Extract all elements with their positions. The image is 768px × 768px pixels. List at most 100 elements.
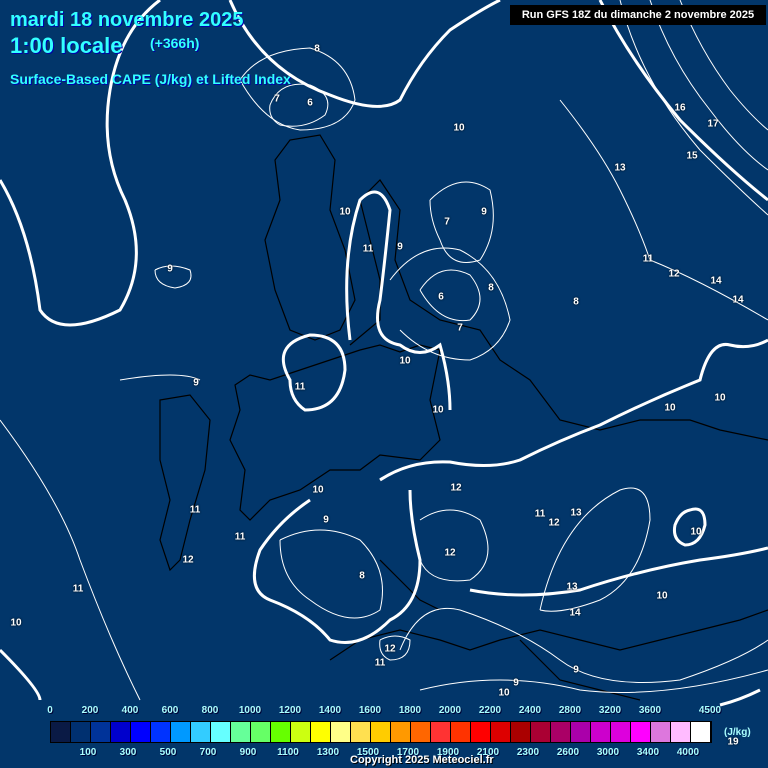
legend-swatch [631,722,651,742]
contour-label: 12 [668,268,680,280]
color-legend [50,721,712,743]
legend-label: 2000 [438,705,462,716]
contour-label: 7 [444,216,450,228]
coastlines [159,134,768,701]
legend-swatch [551,722,571,742]
legend-label: 600 [161,705,179,716]
legend-swatch [691,722,711,742]
contour-label: 8 [488,282,494,294]
legend-swatch [491,722,511,742]
contour-label: 14 [569,607,581,619]
legend-label: 3200 [598,705,622,716]
legend-swatch [511,722,531,742]
legend-label: 700 [199,747,217,758]
legend-swatch [131,722,151,742]
contour-label: 10 [10,617,22,629]
legend-swatch [451,722,471,742]
contour-label: 8 [314,43,320,55]
contour-label: 11 [72,583,84,595]
thick-contours [0,0,768,707]
legend-swatch [351,722,371,742]
contour-label: 9 [513,677,519,689]
contour-label: 16 [674,102,686,114]
legend-label: 3600 [638,705,662,716]
copyright: Copyright 2025 Meteociel.fr [350,754,494,766]
contour-label: 11 [374,657,386,669]
legend-label: 2800 [558,705,582,716]
legend-swatch [211,722,231,742]
contour-label: 10 [453,122,465,134]
legend-label: 1100 [277,747,299,758]
forecast-lead: (+366h) [150,35,200,51]
contour-label: 11 [189,504,201,516]
legend-swatch [471,722,491,742]
legend-unit: (J/kg) [724,727,751,738]
legend-swatch [171,722,191,742]
contour-label: 12 [548,517,560,529]
contour-label: 11 [642,253,654,265]
contour-label: 12 [444,547,456,559]
legend-label: 2600 [556,747,580,758]
legend-swatch [91,722,111,742]
legend-label: 3400 [636,747,660,758]
contour-label: 10 [656,590,668,602]
legend-swatch [591,722,611,742]
run-info: Run GFS 18Z du dimanche 2 novembre 2025 [510,5,766,25]
contour-label: 10 [399,355,411,367]
legend-swatch [71,722,91,742]
contour-label: 11 [534,508,546,520]
contour-label: 10 [498,687,510,699]
legend-swatch [411,722,431,742]
legend-label: 500 [159,747,177,758]
contour-label: 14 [732,294,744,306]
legend-swatch [651,722,671,742]
legend-label: 1000 [238,705,262,716]
contour-label: 11 [234,531,246,543]
contour-label: 10 [714,392,726,404]
contour-label: 13 [566,581,578,593]
legend-swatch [611,722,631,742]
contour-label: 10 [312,484,324,496]
legend-swatch [51,722,71,742]
legend-label: 4000 [676,747,700,758]
legend-swatch [531,722,551,742]
legend-swatch [431,722,451,742]
legend-swatch [271,722,291,742]
contour-label: 13 [614,162,626,174]
legend-swatch [331,722,351,742]
contour-label: 11 [294,381,306,393]
legend-swatch [231,722,251,742]
contour-label: 7 [457,322,463,334]
legend-label: 1200 [278,705,302,716]
legend-swatch [391,722,411,742]
contour-label: 13 [570,507,582,519]
contour-label: 10 [664,402,676,414]
legend-label: 0 [47,705,53,716]
legend-swatch [671,722,691,742]
contour-label: 6 [438,291,444,303]
legend-label: 400 [121,705,139,716]
contour-label: 10 [690,526,702,538]
contour-label: 6 [307,97,313,109]
contour-label: 8 [573,296,579,308]
legend-label: 1300 [316,747,340,758]
forecast-time: 1:00 locale [10,33,123,58]
contour-label: 10 [432,404,444,416]
legend-label: 100 [79,747,97,758]
legend-label: 2300 [516,747,540,758]
legend-label: 4500 [698,705,722,716]
contour-label: 9 [167,263,173,275]
contour-label: 9 [193,377,199,389]
contour-label: 9 [323,514,329,526]
legend-label: 1600 [358,705,382,716]
legend-label: 900 [239,747,257,758]
legend-label: 2400 [518,705,542,716]
contour-label: 19 [727,736,739,748]
legend-swatch [111,722,131,742]
product-title: Surface-Based CAPE (J/kg) et Lifted Inde… [10,71,291,87]
legend-label: 1400 [318,705,342,716]
contour-label: 12 [384,643,396,655]
contour-label: 9 [481,206,487,218]
contour-label: 7 [274,93,280,105]
contour-label: 15 [686,150,698,162]
